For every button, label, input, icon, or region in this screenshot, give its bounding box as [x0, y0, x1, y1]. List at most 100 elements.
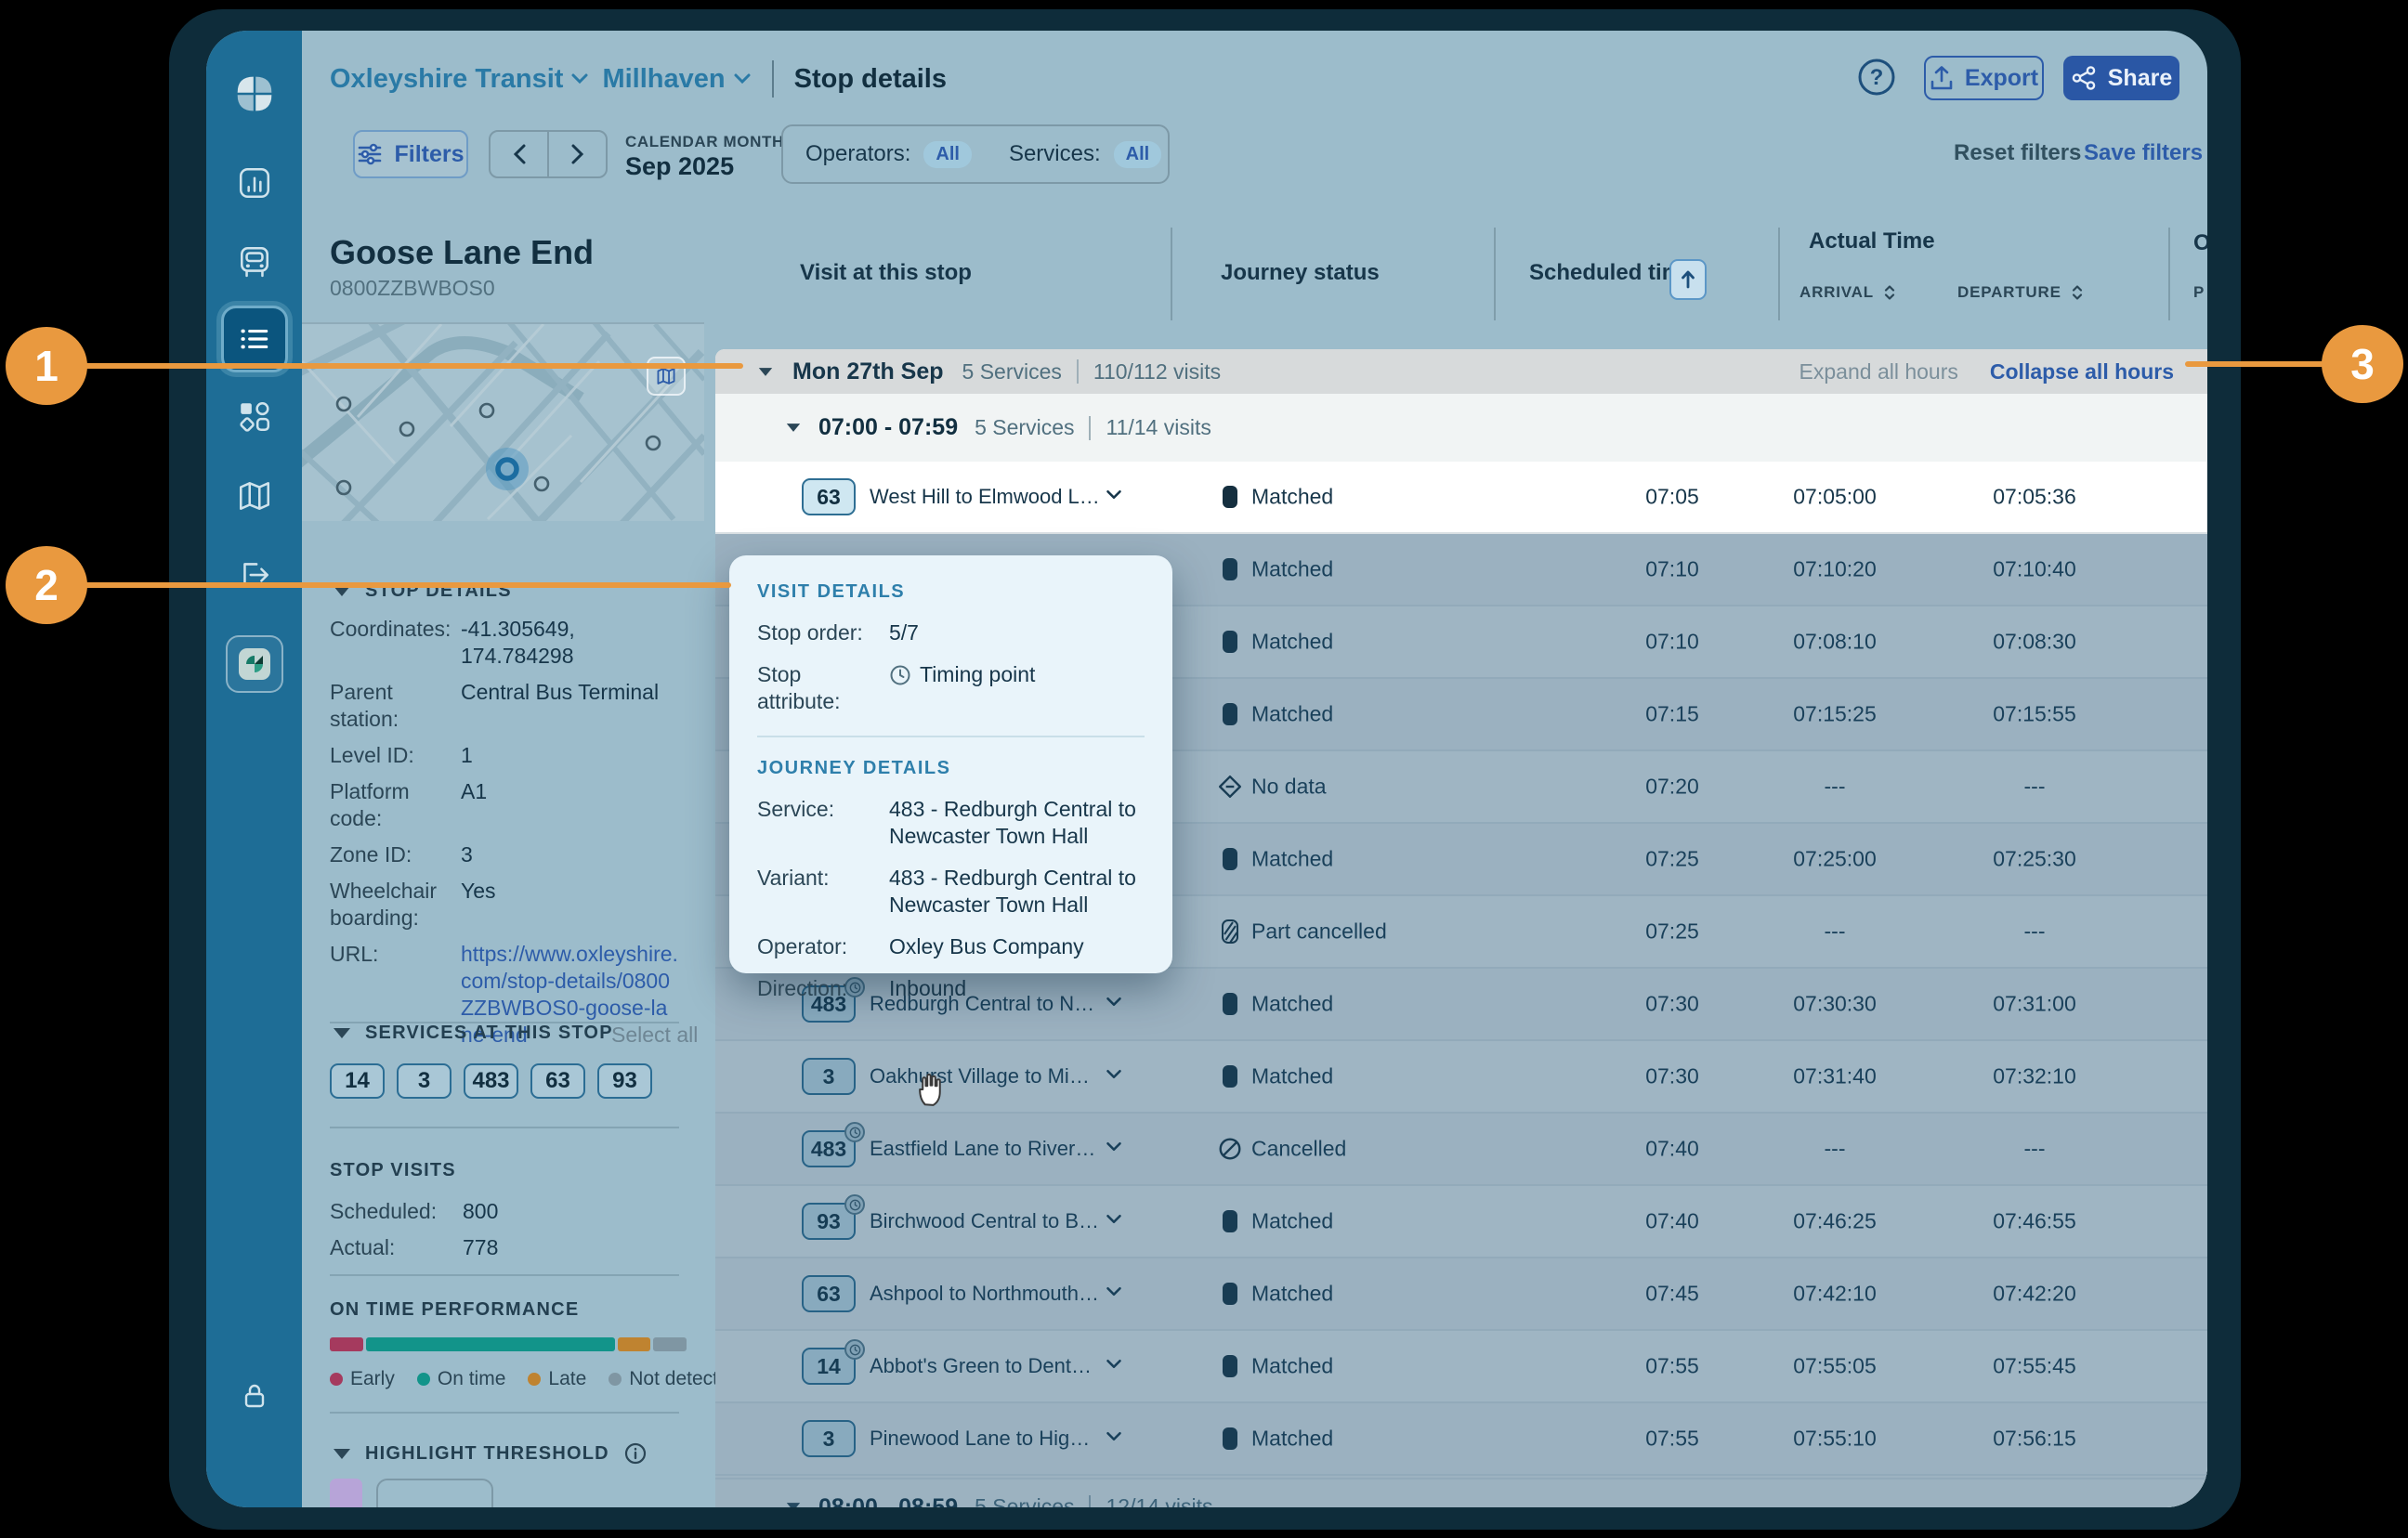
- select-all-link[interactable]: Select all: [611, 1023, 698, 1048]
- collapse-caret-icon: [759, 368, 772, 376]
- clock-icon: [889, 664, 911, 686]
- divider: [330, 1127, 679, 1128]
- map-icon: [655, 366, 677, 386]
- content: Oxleyshire Transit Millhaven Stop detail…: [302, 31, 2207, 1507]
- collapse-all-hours-link[interactable]: Collapse all hours: [1990, 359, 2174, 384]
- detail-value: -41.305649, 174.784298: [461, 616, 679, 670]
- col-header-departure[interactable]: DEPARTURE: [1957, 283, 2084, 302]
- sidebar-item-components[interactable]: [237, 398, 272, 434]
- next-month-button[interactable]: [549, 132, 606, 176]
- lock-icon[interactable]: [238, 1379, 271, 1413]
- collapse-caret-icon: [787, 424, 800, 432]
- otp-legend-item: On time: [417, 1368, 506, 1390]
- stop-order-value: 5/7: [889, 619, 1145, 646]
- hour-group-row[interactable]: 07:00 - 07:59 5 Services 11/14 visits: [715, 394, 2207, 462]
- calendar-pager: [489, 130, 608, 178]
- export-icon: [1930, 65, 1954, 91]
- service-value: 483 - Redburgh Central to Newcaster Town…: [889, 796, 1145, 850]
- detail-label: Parent station:: [330, 679, 461, 733]
- detail-label: Platform code:: [330, 778, 461, 832]
- direction-label: Direction:: [757, 975, 889, 1002]
- page: Oxleyshire Transit Millhaven Stop detail…: [0, 0, 2408, 1538]
- services-value-badge: All: [1114, 141, 1162, 168]
- chevron-down-icon[interactable]: [1106, 489, 1122, 505]
- page-title: Stop details: [794, 64, 947, 95]
- breadcrumb: Oxleyshire Transit Millhaven Stop detail…: [330, 60, 947, 98]
- service-chip-list: 14 3 483 63 93: [330, 1063, 652, 1099]
- highlight-threshold-header[interactable]: HIGHLIGHT THRESHOLD: [334, 1442, 647, 1465]
- divider: [757, 736, 1145, 737]
- threshold-input[interactable]: [376, 1479, 493, 1507]
- share-icon: [2071, 65, 2097, 91]
- scheduled-visits-row: Scheduled: 800: [330, 1199, 498, 1224]
- export-button[interactable]: Export: [1924, 56, 2044, 100]
- variant-label: Variant:: [757, 865, 889, 919]
- breadcrumb-region[interactable]: Millhaven: [602, 64, 751, 95]
- filters-button[interactable]: Filters: [353, 130, 468, 178]
- detail-value: Yes: [461, 878, 679, 932]
- reset-filters-link[interactable]: Reset filters: [1954, 140, 2081, 166]
- threshold-color-swatch[interactable]: [330, 1479, 362, 1507]
- active-filters-summary: Operators: All Services: All: [781, 124, 1170, 184]
- sidebar-item-analytics[interactable]: [237, 165, 272, 201]
- service-filter-chip[interactable]: 3: [397, 1063, 452, 1099]
- stop-name: Goose Lane End: [330, 233, 594, 272]
- chevron-right-icon: [570, 143, 585, 165]
- stop-details-list: Coordinates:-41.305649, 174.784298Parent…: [330, 616, 679, 1049]
- direction-value: Inbound: [889, 975, 1145, 1002]
- table-row[interactable]: 63West Hill to Elmwood Lan…Matched07:050…: [715, 462, 2207, 534]
- day-group-row[interactable]: Mon 27th Sep 5 Services 110/112 visits E…: [715, 349, 2207, 394]
- otp-heading: ON TIME PERFORMANCE: [330, 1299, 579, 1321]
- app-frame: Oxleyshire Transit Millhaven Stop detail…: [169, 9, 2241, 1530]
- prev-month-button[interactable]: [491, 132, 549, 176]
- annotation-badge-3: 3: [2322, 325, 2403, 403]
- route-name: West Hill to Elmwood Lan…: [870, 485, 1100, 509]
- share-button[interactable]: Share: [2063, 56, 2179, 100]
- otp-segment: [653, 1337, 687, 1351]
- operators-value-badge: All: [923, 141, 972, 168]
- stop-map[interactable]: [302, 322, 704, 521]
- scheduled-time-sort-button[interactable]: [1669, 259, 1707, 300]
- service-filter-chip[interactable]: 93: [597, 1063, 652, 1099]
- sidebar-item-app-launcher[interactable]: [226, 635, 283, 693]
- services-label: Services:: [1009, 141, 1101, 167]
- save-filters-link[interactable]: Save filters: [2084, 140, 2203, 166]
- detail-value: Central Bus Terminal: [461, 679, 679, 733]
- sidebar-item-map[interactable]: [236, 478, 273, 514]
- operator-value: Oxley Bus Company: [889, 933, 1145, 960]
- services-section-header[interactable]: SERVICES AT THIS STOP: [334, 1023, 613, 1044]
- col-header-journey-status: Journey status: [1221, 260, 1380, 286]
- divider: [1494, 228, 1496, 320]
- sidebar-item-vehicles[interactable]: [237, 243, 272, 279]
- otp-segment: [618, 1337, 650, 1351]
- service-filter-chip[interactable]: 14: [330, 1063, 385, 1099]
- chevron-down-icon: [570, 72, 589, 85]
- service-filter-chip[interactable]: 483: [464, 1063, 518, 1099]
- annotation-line-1: [82, 363, 743, 369]
- service-filter-chip[interactable]: 63: [530, 1063, 585, 1099]
- stop-attribute-value: Timing point: [889, 661, 1145, 715]
- calendar-month-label: CALENDAR MONTH: [625, 133, 784, 151]
- breadcrumb-org[interactable]: Oxleyshire Transit: [330, 64, 589, 95]
- cursor-pointer-icon: [915, 1071, 947, 1108]
- help-button[interactable]: ?: [1855, 56, 1898, 98]
- detail-label: Wheelchair boarding:: [330, 878, 461, 932]
- legend-dot-icon: [609, 1373, 622, 1386]
- divider: [330, 1274, 679, 1276]
- detail-label: Zone ID:: [330, 841, 461, 868]
- service-badge: 63: [802, 478, 856, 515]
- divider: [1089, 416, 1091, 440]
- operators-label: Operators:: [805, 141, 910, 167]
- actual-visits-row: Actual: 778: [330, 1235, 498, 1260]
- divider: [772, 60, 774, 98]
- otp-legend-item: Late: [528, 1368, 586, 1390]
- expand-all-hours-link[interactable]: Expand all hours: [1799, 359, 1958, 384]
- detail-value: A1: [461, 778, 679, 832]
- stop-code: 0800ZZBWBOS0: [330, 276, 495, 301]
- otp-bar: [330, 1337, 687, 1351]
- departure-time-cell: 07:05:36: [1960, 485, 2109, 510]
- otp-segment: [366, 1337, 615, 1351]
- col-header-arrival[interactable]: ARRIVAL: [1799, 283, 1896, 302]
- app-window: Oxleyshire Transit Millhaven Stop detail…: [206, 31, 2207, 1507]
- sort-icon: [2071, 284, 2084, 301]
